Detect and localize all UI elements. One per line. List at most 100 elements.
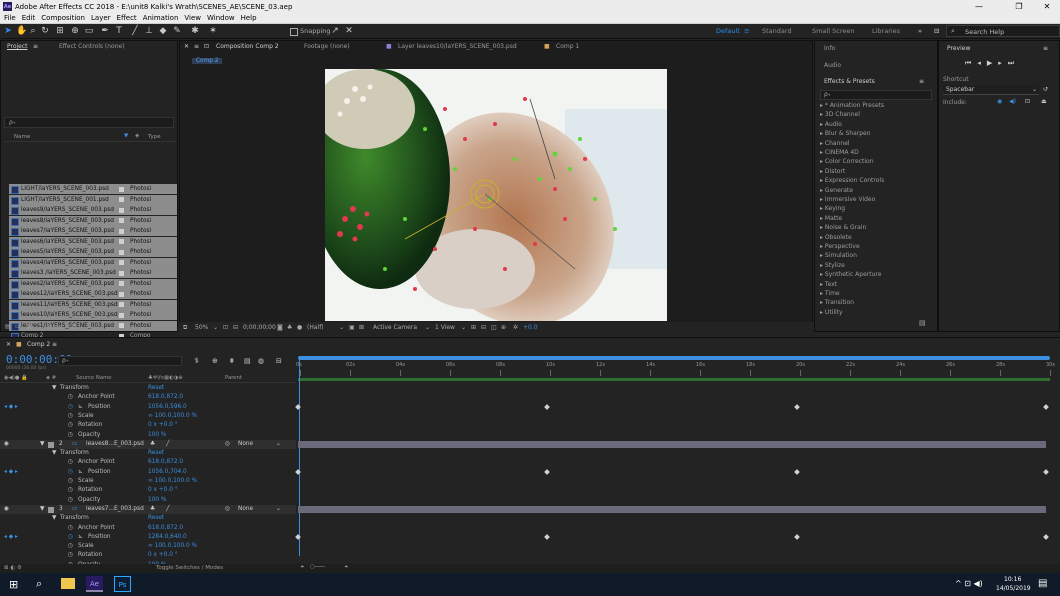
effect-category[interactable]: ▸ Utility <box>820 308 843 317</box>
project-item[interactable]: leaves9/laYERS_SCENE_003.psd Photosl <box>9 205 177 215</box>
shy-switch-icon[interactable]: ♣ <box>150 440 155 450</box>
next-frame-icon[interactable]: ▸ <box>998 59 1008 67</box>
keyframe-marker[interactable] <box>793 469 800 476</box>
effect-category[interactable]: ▸ Stylize <box>820 261 845 270</box>
menu-help[interactable]: Help <box>241 14 257 22</box>
snapping-options-icon[interactable]: ↗ <box>330 26 340 36</box>
effect-category[interactable]: ▸ Audio <box>820 120 842 129</box>
menu-window[interactable]: Window <box>207 14 235 22</box>
keyframe-marker[interactable] <box>1043 404 1049 410</box>
layer-label-color-icon[interactable] <box>48 441 54 448</box>
effect-category[interactable]: ▸ Expression Controls <box>820 176 884 185</box>
stopwatch-icon[interactable]: ◷ <box>68 412 73 422</box>
layer-label-color-icon[interactable] <box>48 506 54 513</box>
property-value[interactable]: 0 x +0.0 ° <box>148 551 178 561</box>
effect-category[interactable]: ▸ Distort <box>820 167 845 176</box>
zoom-tool-icon[interactable]: ⌕ <box>28 26 38 36</box>
tab-layer[interactable]: Layer leaves10/laYERS_SCENE_003.psd <box>398 43 517 50</box>
prev-frame-icon[interactable]: ◂ <box>977 59 987 67</box>
project-item[interactable]: leaves3 /laYERS_SCENE_003.psd Photosl <box>9 268 177 278</box>
property-value[interactable]: ∞ 100.0,100.0 % <box>148 542 197 552</box>
parent-pick-whip-icon[interactable]: ◎ <box>225 505 230 515</box>
graph-icon[interactable]: ⊾ <box>78 468 83 478</box>
windows-start-icon[interactable]: ⊞ <box>9 578 18 591</box>
workspace-default[interactable]: Default <box>716 27 740 35</box>
include-video-icon[interactable]: ◉ <box>997 98 1002 105</box>
brush-tool-icon[interactable]: ╱ <box>130 26 140 36</box>
project-item[interactable]: leaves4/laYERS_SCENE_003.psd Photosl <box>9 257 177 268</box>
chevron-down-icon[interactable]: ⌄ <box>213 324 218 331</box>
property-value[interactable]: 0 x +0.0 ° <box>148 486 178 496</box>
project-item[interactable]: leaves10/laYERS_SCENE_003.psd Photosl <box>9 310 177 320</box>
graph-icon[interactable]: ⊾ <box>78 533 83 543</box>
effects-menu-icon[interactable]: ≡ <box>919 78 924 85</box>
first-frame-icon[interactable]: ⏮ <box>965 59 977 67</box>
effect-category[interactable]: ▸ Text <box>820 280 837 289</box>
menu-edit[interactable]: Edit <box>22 14 36 22</box>
effect-category[interactable]: ▸ Generate <box>820 186 853 195</box>
roto-brush-tool-icon[interactable]: ✎ <box>172 26 182 36</box>
exposure-reset-icon[interactable]: ✲ <box>513 324 518 331</box>
type-tool-icon[interactable]: T <box>114 26 124 36</box>
eye-icon[interactable]: ◉ <box>4 505 9 515</box>
property-value[interactable]: 100 % <box>148 431 166 441</box>
viewer-timecode[interactable]: 0;00;00;00 <box>243 324 276 331</box>
parent-pick-whip-icon[interactable]: ◎ <box>225 440 230 450</box>
effect-category[interactable]: ▸ Synthetic Aperture <box>820 270 881 279</box>
effect-category[interactable]: ▸ Blur & Sharpen <box>820 129 871 138</box>
property-value[interactable]: 1056.0,704.0 <box>148 468 187 478</box>
clock-time[interactable]: 10:16 <box>1004 576 1021 583</box>
transform-group[interactable]: ▼ Transform Reset <box>0 514 296 524</box>
resolution-dropdown[interactable]: (Half) <box>307 324 324 331</box>
project-search-input[interactable]: ρ₊ <box>4 117 174 128</box>
new-folder-icon[interactable]: ▭ <box>15 323 21 330</box>
after-effects-taskbar-icon[interactable]: Ae <box>86 576 103 592</box>
notifications-icon[interactable]: ▤ <box>1038 578 1047 589</box>
workspace-standard[interactable]: Standard <box>762 27 792 35</box>
expand-arrow-icon[interactable]: ▼ <box>40 505 44 515</box>
more-workspaces-icon[interactable]: » <box>918 27 922 35</box>
effects-search-input[interactable]: ρ₊ <box>820 90 932 100</box>
transform-reset-link[interactable]: Reset <box>148 514 164 524</box>
layer-name[interactable]: leaves8...E_003.psd <box>86 440 144 450</box>
effect-category[interactable]: ▸ Obsolete <box>820 233 852 242</box>
stopwatch-icon[interactable]: ◷ <box>68 486 73 496</box>
color-channel-icon[interactable]: ● <box>297 324 302 331</box>
shy-switch-icon[interactable]: ♣ <box>150 505 155 515</box>
draft-3d-icon[interactable]: ⊕ <box>212 357 218 365</box>
chevron-down-icon[interactable]: ⌄ <box>425 324 430 331</box>
project-item[interactable]: leaves5/laYERS_SCENE_003.psd Photosl <box>9 247 177 257</box>
keyframe-marker[interactable] <box>793 404 800 410</box>
stopwatch-icon[interactable]: ◷ <box>68 468 73 478</box>
menu-file[interactable]: File <box>4 14 16 22</box>
keyframe-nav-icon[interactable]: ◂ ◆ ▸ <box>4 403 18 413</box>
pen-tool-icon[interactable]: ✒ <box>100 26 110 36</box>
workspace-libraries[interactable]: Libraries <box>872 27 900 35</box>
camera-tool-icon[interactable]: ⊞ <box>55 26 65 36</box>
include-overlays-icon[interactable]: ⊡ <box>1025 98 1030 105</box>
layer-row[interactable]: ◉ ▼ 2 ▭ leaves8...E_003.psd ♣ ╱ ◎ None ⌄ <box>0 439 296 450</box>
snapshot-icon[interactable]: ◙ <box>277 324 283 331</box>
timeline-menu-icon[interactable]: ≡ <box>52 341 57 348</box>
graph-icon[interactable]: ⊾ <box>78 403 83 413</box>
project-item[interactable]: LIGHT/laYERS_SCENE_003.psd Photosl <box>9 184 177 194</box>
composition-canvas[interactable] <box>325 69 667 321</box>
quality-switch-icon[interactable]: ╱ <box>166 440 170 450</box>
effect-category[interactable]: ▸ * Animation Presets <box>820 101 884 110</box>
effect-category[interactable]: ▸ Time <box>820 289 840 298</box>
property-value[interactable]: 618.0,872.0 <box>148 393 183 403</box>
layer-row[interactable]: ◉ ▼ 3 ▭ leaves7...E_003.psd ♣ ╱ ◎ None ⌄ <box>0 504 296 515</box>
layer-duration-bar[interactable] <box>298 505 1046 514</box>
parent-dropdown[interactable]: None <box>238 505 253 515</box>
include-audio-icon[interactable]: ◀) <box>1009 98 1016 105</box>
effect-category[interactable]: ▸ 3D Channel <box>820 110 860 119</box>
expand-arrow-icon[interactable]: ▼ <box>52 384 56 394</box>
project-item[interactable]: leaves11/laYERS_SCENE_003.psd Photosl <box>9 299 177 310</box>
project-item[interactable]: leaves7/laYERS_SCENE_003.psd Photosl <box>9 226 177 236</box>
effect-category[interactable]: ▸ Noise & Grain <box>820 223 866 232</box>
project-item[interactable]: leaves12/laYERS_SCENE_003.psd Photosl <box>9 289 177 299</box>
zoom-slider[interactable]: ○─── <box>310 564 325 570</box>
rectangle-tool-icon[interactable]: ▭ <box>84 26 94 36</box>
transform-reset-link[interactable]: Reset <box>148 449 164 459</box>
property-value[interactable]: 618.0,872.0 <box>148 524 183 534</box>
